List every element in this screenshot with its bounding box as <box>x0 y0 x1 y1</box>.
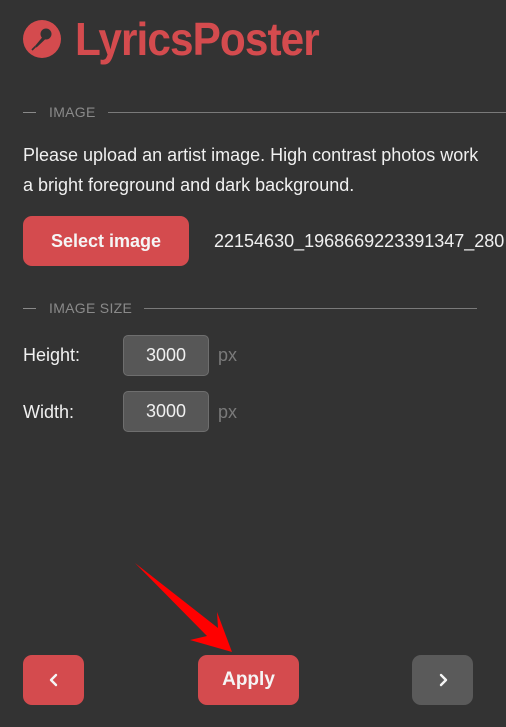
divider-dash <box>23 111 36 113</box>
divider-line <box>144 307 478 309</box>
chevron-right-icon <box>439 673 447 687</box>
apply-button[interactable]: Apply <box>198 655 299 705</box>
select-image-button[interactable]: Select image <box>23 216 189 266</box>
height-unit: px <box>218 345 238 365</box>
app-logo: LyricsPoster <box>23 14 340 64</box>
width-unit: px <box>218 402 238 422</box>
previous-button[interactable] <box>23 655 84 705</box>
divider-dash <box>23 307 36 309</box>
description-line-2: a bright foreground and dark background. <box>23 175 355 195</box>
selected-filename: 22154630_1968669223391347_280 <box>214 231 505 251</box>
height-input[interactable] <box>123 335 209 376</box>
height-label: Height: <box>23 345 81 365</box>
image-description: Please upload an artist image. High cont… <box>23 140 506 200</box>
microphone-icon <box>23 20 61 58</box>
divider-line <box>107 111 506 113</box>
section-heading-image: IMAGE <box>49 104 96 120</box>
chevron-left-icon <box>49 673 57 687</box>
description-line-1: Please upload an artist image. High cont… <box>23 145 479 165</box>
section-heading-image-size: IMAGE SIZE <box>49 300 133 316</box>
section-divider-image-size: IMAGE SIZE <box>23 300 478 316</box>
next-button[interactable] <box>412 655 473 705</box>
width-input[interactable] <box>123 391 209 432</box>
app-title: LyricsPoster <box>75 13 320 65</box>
section-divider-image: IMAGE <box>23 104 506 120</box>
width-label: Width: <box>23 402 75 422</box>
